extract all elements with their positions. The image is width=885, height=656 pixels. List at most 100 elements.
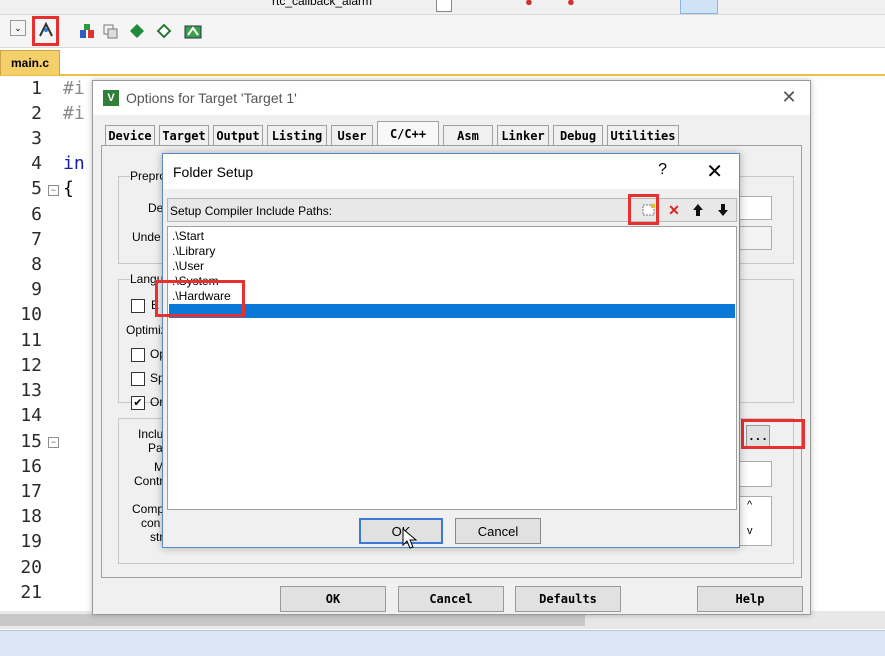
- preprocessor-label: Prepro: [130, 169, 167, 183]
- copy-icon[interactable]: [100, 20, 122, 42]
- green-diamond-icon[interactable]: [126, 20, 148, 42]
- dialog-title-bar: Folder Setup ? ✕: [163, 154, 739, 189]
- undefine-label: Unde: [132, 230, 161, 244]
- dialog-title: Folder Setup: [173, 164, 254, 180]
- editor-tab-bar: [0, 48, 885, 76]
- define-field[interactable]: [738, 196, 772, 220]
- optimization-label: Optimiz: [126, 323, 167, 337]
- highlight-box: [155, 280, 245, 317]
- code-line: {: [63, 178, 74, 199]
- line-number: 6: [31, 204, 42, 225]
- tab-asm[interactable]: Asm: [443, 125, 493, 145]
- control-label: con: [141, 516, 161, 530]
- line-number: 17: [20, 481, 42, 502]
- manage-project-icon[interactable]: [76, 20, 98, 42]
- scrollbar-thumb[interactable]: [0, 614, 585, 626]
- controls-label: Contr: [134, 474, 164, 488]
- line-number: 14: [20, 405, 42, 426]
- line-number: 18: [20, 506, 42, 527]
- rte-icon[interactable]: [182, 20, 204, 42]
- dropdown-icon[interactable]: ⌄: [10, 20, 26, 36]
- opt-checkbox[interactable]: [131, 348, 145, 362]
- move-up-icon[interactable]: [687, 201, 709, 219]
- line-number: 15: [20, 431, 42, 452]
- line-number: 1: [31, 78, 42, 99]
- list-item[interactable]: .\Library: [172, 244, 215, 258]
- dialog-title-bar: V Options for Target 'Target 1' ✕: [93, 81, 810, 115]
- delete-icon[interactable]: ✕: [663, 201, 685, 219]
- tab-device[interactable]: Device: [105, 125, 155, 145]
- combo-dropdown-icon[interactable]: [436, 0, 452, 12]
- cancel-button[interactable]: Cancel: [398, 586, 504, 612]
- defaults-button[interactable]: Defaults: [515, 586, 621, 612]
- close-icon[interactable]: ✕: [706, 159, 723, 184]
- help-icon[interactable]: ?: [658, 161, 667, 179]
- status-bar: [0, 630, 885, 656]
- line-number: 9: [31, 279, 42, 300]
- help-button[interactable]: Help: [697, 586, 803, 612]
- tab-user[interactable]: User: [331, 125, 373, 145]
- line-number: 11: [20, 330, 42, 351]
- keil-app-icon: V: [103, 90, 119, 106]
- line-number: 19: [20, 531, 42, 552]
- compiler-label: Comp: [132, 502, 165, 516]
- compiler-control-string: ^ v: [738, 496, 772, 546]
- code-line: #i: [63, 78, 85, 99]
- code-line: in: [63, 153, 85, 174]
- line-number: 5: [31, 178, 42, 199]
- line-number: 21: [20, 582, 42, 603]
- split-checkbox[interactable]: [131, 372, 145, 386]
- target-combo-text: rtc_callback_alarm: [272, 0, 373, 8]
- line-number-gutter: 1 2 3 4 5 6 7 8 9 10 11 12 13 14 15 16 1…: [0, 76, 48, 611]
- one-elf-checkbox[interactable]: ✔: [131, 396, 145, 410]
- ok-button[interactable]: OK: [280, 586, 386, 612]
- highlight-box: [628, 194, 659, 225]
- pack-installer-icon[interactable]: [153, 20, 175, 42]
- line-number: 20: [20, 557, 42, 578]
- language-checkbox[interactable]: [131, 299, 145, 313]
- close-icon[interactable]: ✕: [776, 85, 802, 109]
- highlight-box: [741, 419, 805, 449]
- view-icon[interactable]: [680, 0, 718, 14]
- line-number: 4: [31, 153, 42, 174]
- line-number: 12: [20, 355, 42, 376]
- highlight-box: [32, 16, 59, 46]
- dialog-title: Options for Target 'Target 1': [126, 90, 297, 106]
- tab-target[interactable]: Target: [159, 125, 209, 145]
- cancel-button[interactable]: Cancel: [455, 518, 541, 544]
- tab-c-cpp[interactable]: C/C++: [377, 121, 439, 146]
- line-number: 3: [31, 128, 42, 149]
- line-number: 16: [20, 456, 42, 477]
- list-item[interactable]: .\Start: [172, 229, 204, 243]
- tab-main-c[interactable]: main.c: [0, 50, 60, 75]
- include-label: Inclu: [138, 427, 164, 441]
- tab-utilities[interactable]: Utilities: [607, 125, 679, 145]
- ok-button[interactable]: OK: [359, 518, 443, 544]
- line-number: 8: [31, 254, 42, 275]
- tab-linker[interactable]: Linker: [497, 125, 549, 145]
- mouse-cursor-icon: [402, 527, 418, 553]
- fold-toggle-icon[interactable]: −: [48, 437, 59, 448]
- tab-debug[interactable]: Debug: [553, 125, 603, 145]
- include-paths-list[interactable]: .\Start .\Library .\User .\System .\Hard…: [167, 226, 737, 510]
- tab-listing[interactable]: Listing: [267, 125, 327, 145]
- top-toolbar: rtc_callback_alarm ● ●: [0, 0, 885, 15]
- line-number: 2: [31, 103, 42, 124]
- move-down-icon[interactable]: [712, 201, 734, 219]
- scroll-up-icon[interactable]: ^: [747, 499, 752, 511]
- breakpoint-icon[interactable]: ●: [567, 0, 575, 9]
- misc-controls-field[interactable]: [738, 461, 772, 487]
- line-number: 7: [31, 229, 42, 250]
- fold-toggle-icon[interactable]: −: [48, 185, 59, 196]
- code-line: #i: [63, 103, 85, 124]
- project-toolbar: ⌄: [0, 15, 885, 48]
- debug-icon[interactable]: ●: [525, 0, 533, 9]
- scroll-down-icon[interactable]: v: [747, 525, 753, 537]
- line-number: 10: [20, 304, 42, 325]
- paths-label: Pa: [148, 441, 163, 455]
- tab-output[interactable]: Output: [213, 125, 263, 145]
- undefine-field: [738, 226, 772, 250]
- selected-empty-row[interactable]: [169, 304, 735, 318]
- list-item[interactable]: .\User: [172, 259, 204, 273]
- include-paths-label: Setup Compiler Include Paths:: [170, 204, 333, 218]
